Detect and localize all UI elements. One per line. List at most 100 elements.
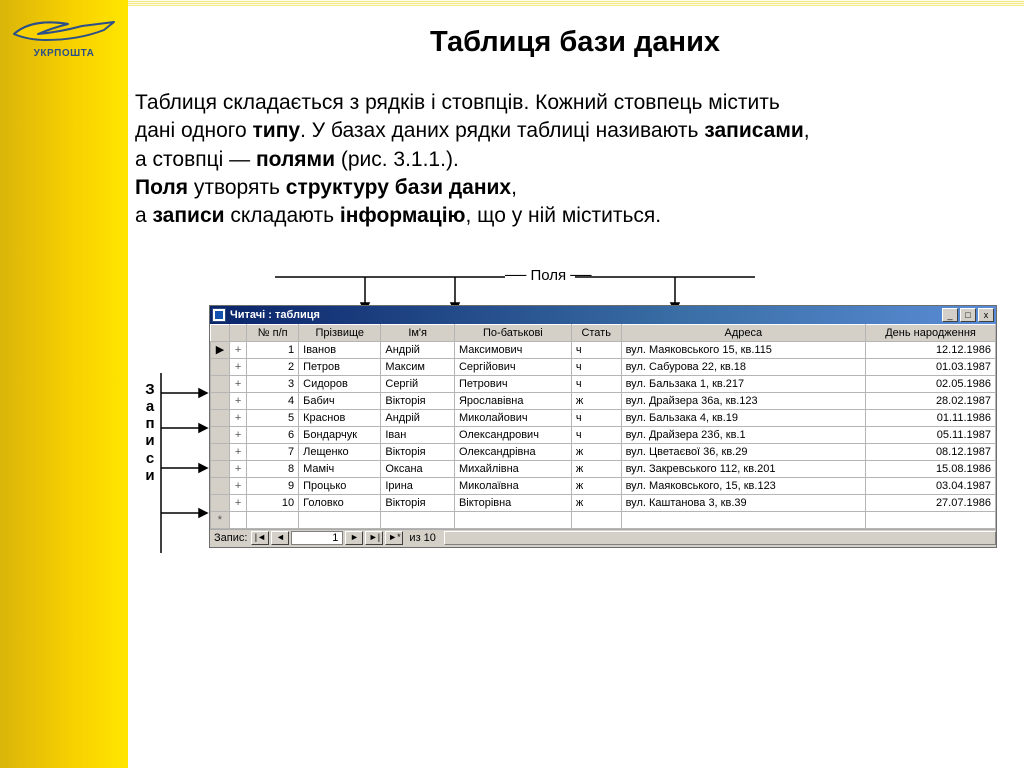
cell-num[interactable]: 2 [247, 358, 299, 375]
nav-next-button[interactable]: ► [345, 531, 363, 545]
cell-address[interactable]: вул. Маяковського 15, кв.115 [621, 341, 866, 358]
cell-birthday[interactable] [866, 511, 996, 528]
cell-birthday[interactable]: 05.11.1987 [866, 426, 996, 443]
cell-address[interactable]: вул. Бальзака 1, кв.217 [621, 375, 866, 392]
cell-patronymic[interactable]: Максимович [454, 341, 571, 358]
cell-num[interactable]: 9 [247, 477, 299, 494]
row-selector[interactable] [211, 426, 230, 443]
cell-surname[interactable]: Краснов [299, 409, 381, 426]
cell-address[interactable]: вул. Цветаєвої 36, кв.29 [621, 443, 866, 460]
row-selector[interactable] [211, 375, 230, 392]
nav-prev-button[interactable]: ◄ [271, 531, 289, 545]
cell-name[interactable]: Максим [381, 358, 455, 375]
col-header[interactable]: Стать [571, 324, 621, 341]
row-selector[interactable] [211, 511, 230, 528]
cell-birthday[interactable]: 01.11.1986 [866, 409, 996, 426]
cell-sex[interactable]: ж [571, 392, 621, 409]
cell-patronymic[interactable] [454, 511, 571, 528]
cell-address[interactable]: вул. Маяковського, 15, кв.123 [621, 477, 866, 494]
table-row[interactable]: +4БабичВікторіяЯрославівнажвул. Драйзера… [211, 392, 996, 409]
table-row[interactable]: +2ПетровМаксимСергійовиччвул. Сабурова 2… [211, 358, 996, 375]
expand-button[interactable]: + [229, 460, 246, 477]
row-selector[interactable] [211, 460, 230, 477]
expand-button[interactable]: + [229, 392, 246, 409]
expand-header[interactable] [229, 324, 246, 341]
cell-birthday[interactable]: 27.07.1986 [866, 494, 996, 511]
table-row[interactable]: +7ЛещенкоВікторіяОлександрівнажвул. Цвет… [211, 443, 996, 460]
expand-button[interactable]: + [229, 358, 246, 375]
table-row[interactable]: ▶+1ІвановАндрійМаксимовиччвул. Маяковськ… [211, 341, 996, 358]
cell-name[interactable]: Андрій [381, 409, 455, 426]
cell-num[interactable]: 4 [247, 392, 299, 409]
cell-num[interactable]: 7 [247, 443, 299, 460]
expand-button[interactable]: + [229, 341, 246, 358]
cell-sex[interactable]: ч [571, 375, 621, 392]
cell-name[interactable]: Вікторія [381, 443, 455, 460]
cell-surname[interactable]: Бондарчук [299, 426, 381, 443]
cell-surname[interactable]: Сидоров [299, 375, 381, 392]
row-selector[interactable] [211, 443, 230, 460]
nav-record-input[interactable]: 1 [291, 531, 343, 545]
row-selector-header[interactable] [211, 324, 230, 341]
col-header[interactable]: День народження [866, 324, 996, 341]
cell-address[interactable]: вул. Драйзера 23б, кв.1 [621, 426, 866, 443]
minimize-button[interactable]: _ [942, 308, 958, 322]
cell-patronymic[interactable]: Сергійович [454, 358, 571, 375]
cell-birthday[interactable]: 02.05.1986 [866, 375, 996, 392]
cell-name[interactable]: Іван [381, 426, 455, 443]
cell-address[interactable]: вул. Закревського 112, кв.201 [621, 460, 866, 477]
row-selector[interactable]: ▶ [211, 341, 230, 358]
cell-surname[interactable]: Головко [299, 494, 381, 511]
cell-name[interactable]: Вікторія [381, 494, 455, 511]
expand-button[interactable]: + [229, 375, 246, 392]
titlebar[interactable]: Читачі : таблиця _ □ x [210, 306, 996, 324]
cell-birthday[interactable]: 15.08.1986 [866, 460, 996, 477]
cell-address[interactable]: вул. Сабурова 22, кв.18 [621, 358, 866, 375]
cell-surname[interactable]: Маміч [299, 460, 381, 477]
col-header[interactable]: Адреса [621, 324, 866, 341]
cell-sex[interactable]: ж [571, 443, 621, 460]
expand-button[interactable]: + [229, 426, 246, 443]
cell-num[interactable]: 1 [247, 341, 299, 358]
table-row[interactable]: +10ГоловкоВікторіяВікторівнажвул. Каштан… [211, 494, 996, 511]
cell-sex[interactable]: ж [571, 460, 621, 477]
row-selector[interactable] [211, 494, 230, 511]
col-header[interactable]: По-батькові [454, 324, 571, 341]
table-row[interactable]: +8МамічОксанаМихайлівнажвул. Закревськог… [211, 460, 996, 477]
expand-button[interactable]: + [229, 477, 246, 494]
cell-sex[interactable]: ч [571, 341, 621, 358]
col-header[interactable]: № п/п [247, 324, 299, 341]
cell-patronymic[interactable]: Миколайович [454, 409, 571, 426]
row-selector[interactable] [211, 409, 230, 426]
cell-birthday[interactable]: 03.04.1987 [866, 477, 996, 494]
cell-num[interactable]: 8 [247, 460, 299, 477]
cell-num[interactable]: 5 [247, 409, 299, 426]
nav-first-button[interactable]: |◄ [251, 531, 269, 545]
cell-sex[interactable]: ч [571, 409, 621, 426]
col-header[interactable]: Прізвище [299, 324, 381, 341]
table-row[interactable]: +3СидоровСергійПетровиччвул. Бальзака 1,… [211, 375, 996, 392]
cell-surname[interactable]: Лещенко [299, 443, 381, 460]
cell-name[interactable]: Сергій [381, 375, 455, 392]
cell-address[interactable]: вул. Каштанова 3, кв.39 [621, 494, 866, 511]
expand-button[interactable]: + [229, 443, 246, 460]
cell-address[interactable]: вул. Драйзера 36а, кв.123 [621, 392, 866, 409]
cell-sex[interactable]: ч [571, 426, 621, 443]
cell-name[interactable]: Андрій [381, 341, 455, 358]
cell-surname[interactable]: Петров [299, 358, 381, 375]
row-selector[interactable] [211, 477, 230, 494]
cell-patronymic[interactable]: Михайлівна [454, 460, 571, 477]
cell-birthday[interactable]: 01.03.1987 [866, 358, 996, 375]
nav-last-button[interactable]: ►| [365, 531, 383, 545]
cell-surname[interactable] [299, 511, 381, 528]
cell-address[interactable] [621, 511, 866, 528]
row-selector[interactable] [211, 358, 230, 375]
new-record-row[interactable] [211, 511, 996, 528]
cell-num[interactable]: 6 [247, 426, 299, 443]
nav-new-button[interactable]: ►* [385, 531, 403, 545]
col-header[interactable]: Ім'я [381, 324, 455, 341]
close-button[interactable]: x [978, 308, 994, 322]
expand-button[interactable]: + [229, 409, 246, 426]
cell-birthday[interactable]: 12.12.1986 [866, 341, 996, 358]
cell-name[interactable]: Ірина [381, 477, 455, 494]
